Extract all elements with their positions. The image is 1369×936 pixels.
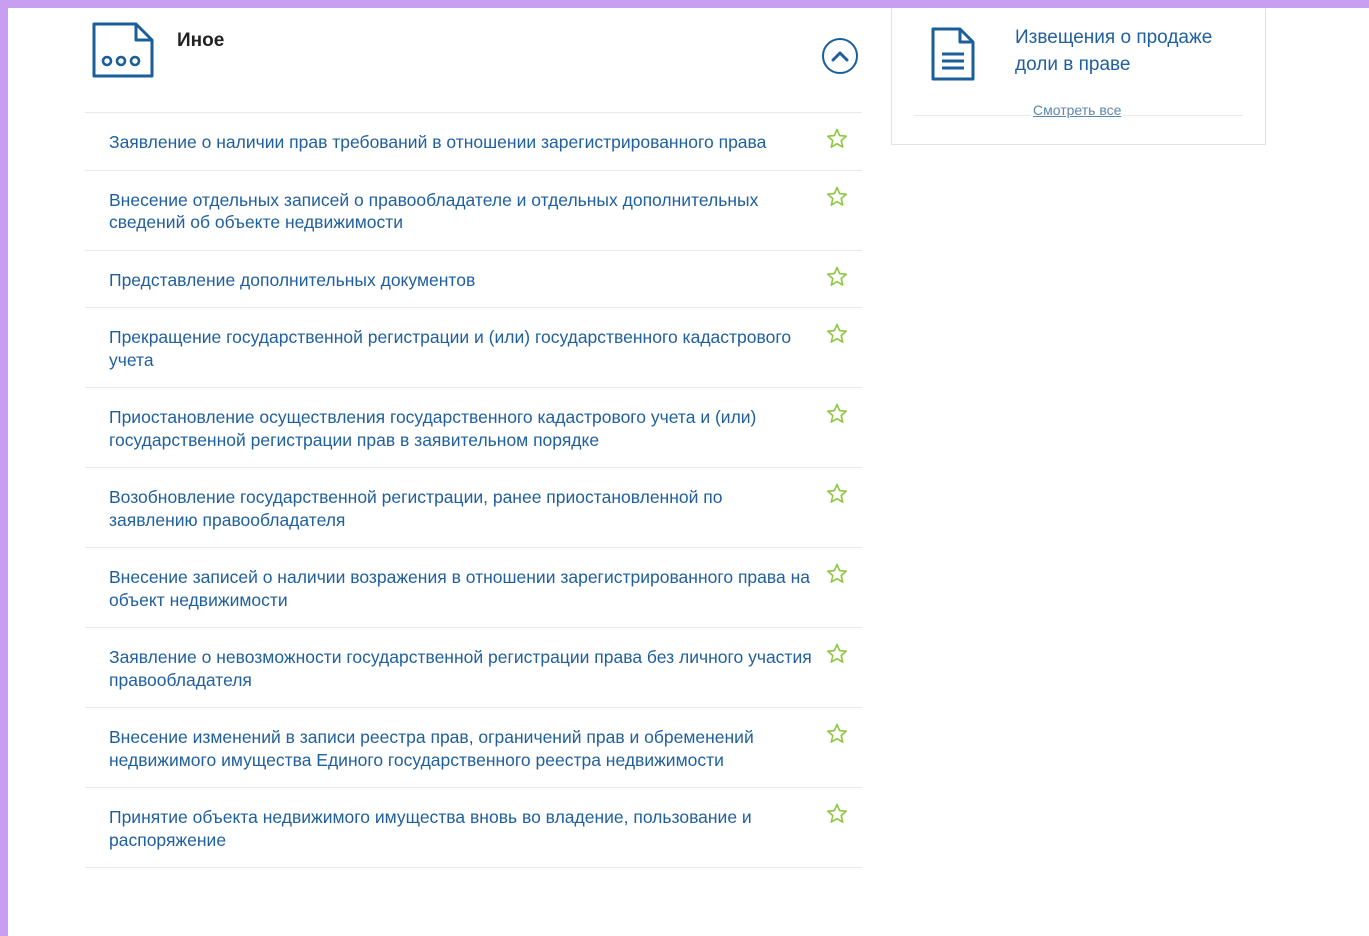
favorite-star-icon[interactable] <box>825 482 849 506</box>
document-lines-icon <box>930 26 976 82</box>
collapse-button[interactable] <box>822 38 858 74</box>
service-item-label[interactable]: Внесение изменений в записи реестра прав… <box>109 726 812 771</box>
service-item[interactable]: Приостановление осуществления государств… <box>85 388 862 468</box>
service-item-label[interactable]: Принятие объекта недвижимого имущества в… <box>109 806 812 851</box>
section-title: Иное <box>177 30 225 51</box>
service-item[interactable]: Внесение записей о наличии возражения в … <box>85 548 862 628</box>
service-item[interactable]: Заявление о наличии прав требований в от… <box>85 113 862 171</box>
service-item-label[interactable]: Внесение записей о наличии возражения в … <box>109 566 812 611</box>
favorite-star-icon[interactable] <box>825 402 849 426</box>
document-ellipsis-icon <box>90 20 156 80</box>
service-item-label[interactable]: Представление дополнительных документов <box>109 269 812 292</box>
services-section: Иное Заявление о наличии прав требований… <box>85 8 862 868</box>
service-item-label[interactable]: Внесение отдельных записей о правооблада… <box>109 189 812 234</box>
favorite-star-icon[interactable] <box>825 265 849 289</box>
page-frame: Иное Заявление о наличии прав требований… <box>8 8 1369 936</box>
section-header: Иное <box>85 8 862 113</box>
service-item[interactable]: Внесение изменений в записи реестра прав… <box>85 708 862 788</box>
service-item-label[interactable]: Заявление о невозможности государственно… <box>109 646 812 691</box>
service-item[interactable]: Возобновление государственной регистраци… <box>85 468 862 548</box>
service-item[interactable]: Представление дополнительных документов <box>85 251 862 308</box>
favorite-star-icon[interactable] <box>825 127 849 151</box>
favorite-star-icon[interactable] <box>825 185 849 209</box>
favorite-star-icon[interactable] <box>825 722 849 746</box>
service-item-label[interactable]: Возобновление государственной регистраци… <box>109 486 812 531</box>
favorite-star-icon[interactable] <box>825 322 849 346</box>
favorite-star-icon[interactable] <box>825 802 849 826</box>
favorite-star-icon[interactable] <box>825 642 849 666</box>
service-item-label[interactable]: Прекращение государственной регистрации … <box>109 326 812 371</box>
service-list: Заявление о наличии прав требований в от… <box>85 113 862 868</box>
service-item[interactable]: Принятие объекта недвижимого имущества в… <box>85 788 862 868</box>
service-item-label[interactable]: Заявление о наличии прав требований в от… <box>109 131 812 154</box>
service-item[interactable]: Внесение отдельных записей о правооблада… <box>85 171 862 251</box>
chevron-up-icon <box>831 51 849 62</box>
notices-title-link[interactable]: Извещения о продаже доли в праве <box>1015 24 1255 78</box>
view-all-link[interactable]: Смотреть все <box>1031 102 1124 118</box>
notices-card: Извещения о продаже доли в праве Смотрет… <box>891 8 1266 145</box>
favorite-star-icon[interactable] <box>825 562 849 586</box>
service-item[interactable]: Заявление о невозможности государственно… <box>85 628 862 708</box>
service-item-label[interactable]: Приостановление осуществления государств… <box>109 406 812 451</box>
service-item[interactable]: Прекращение государственной регистрации … <box>85 308 862 388</box>
